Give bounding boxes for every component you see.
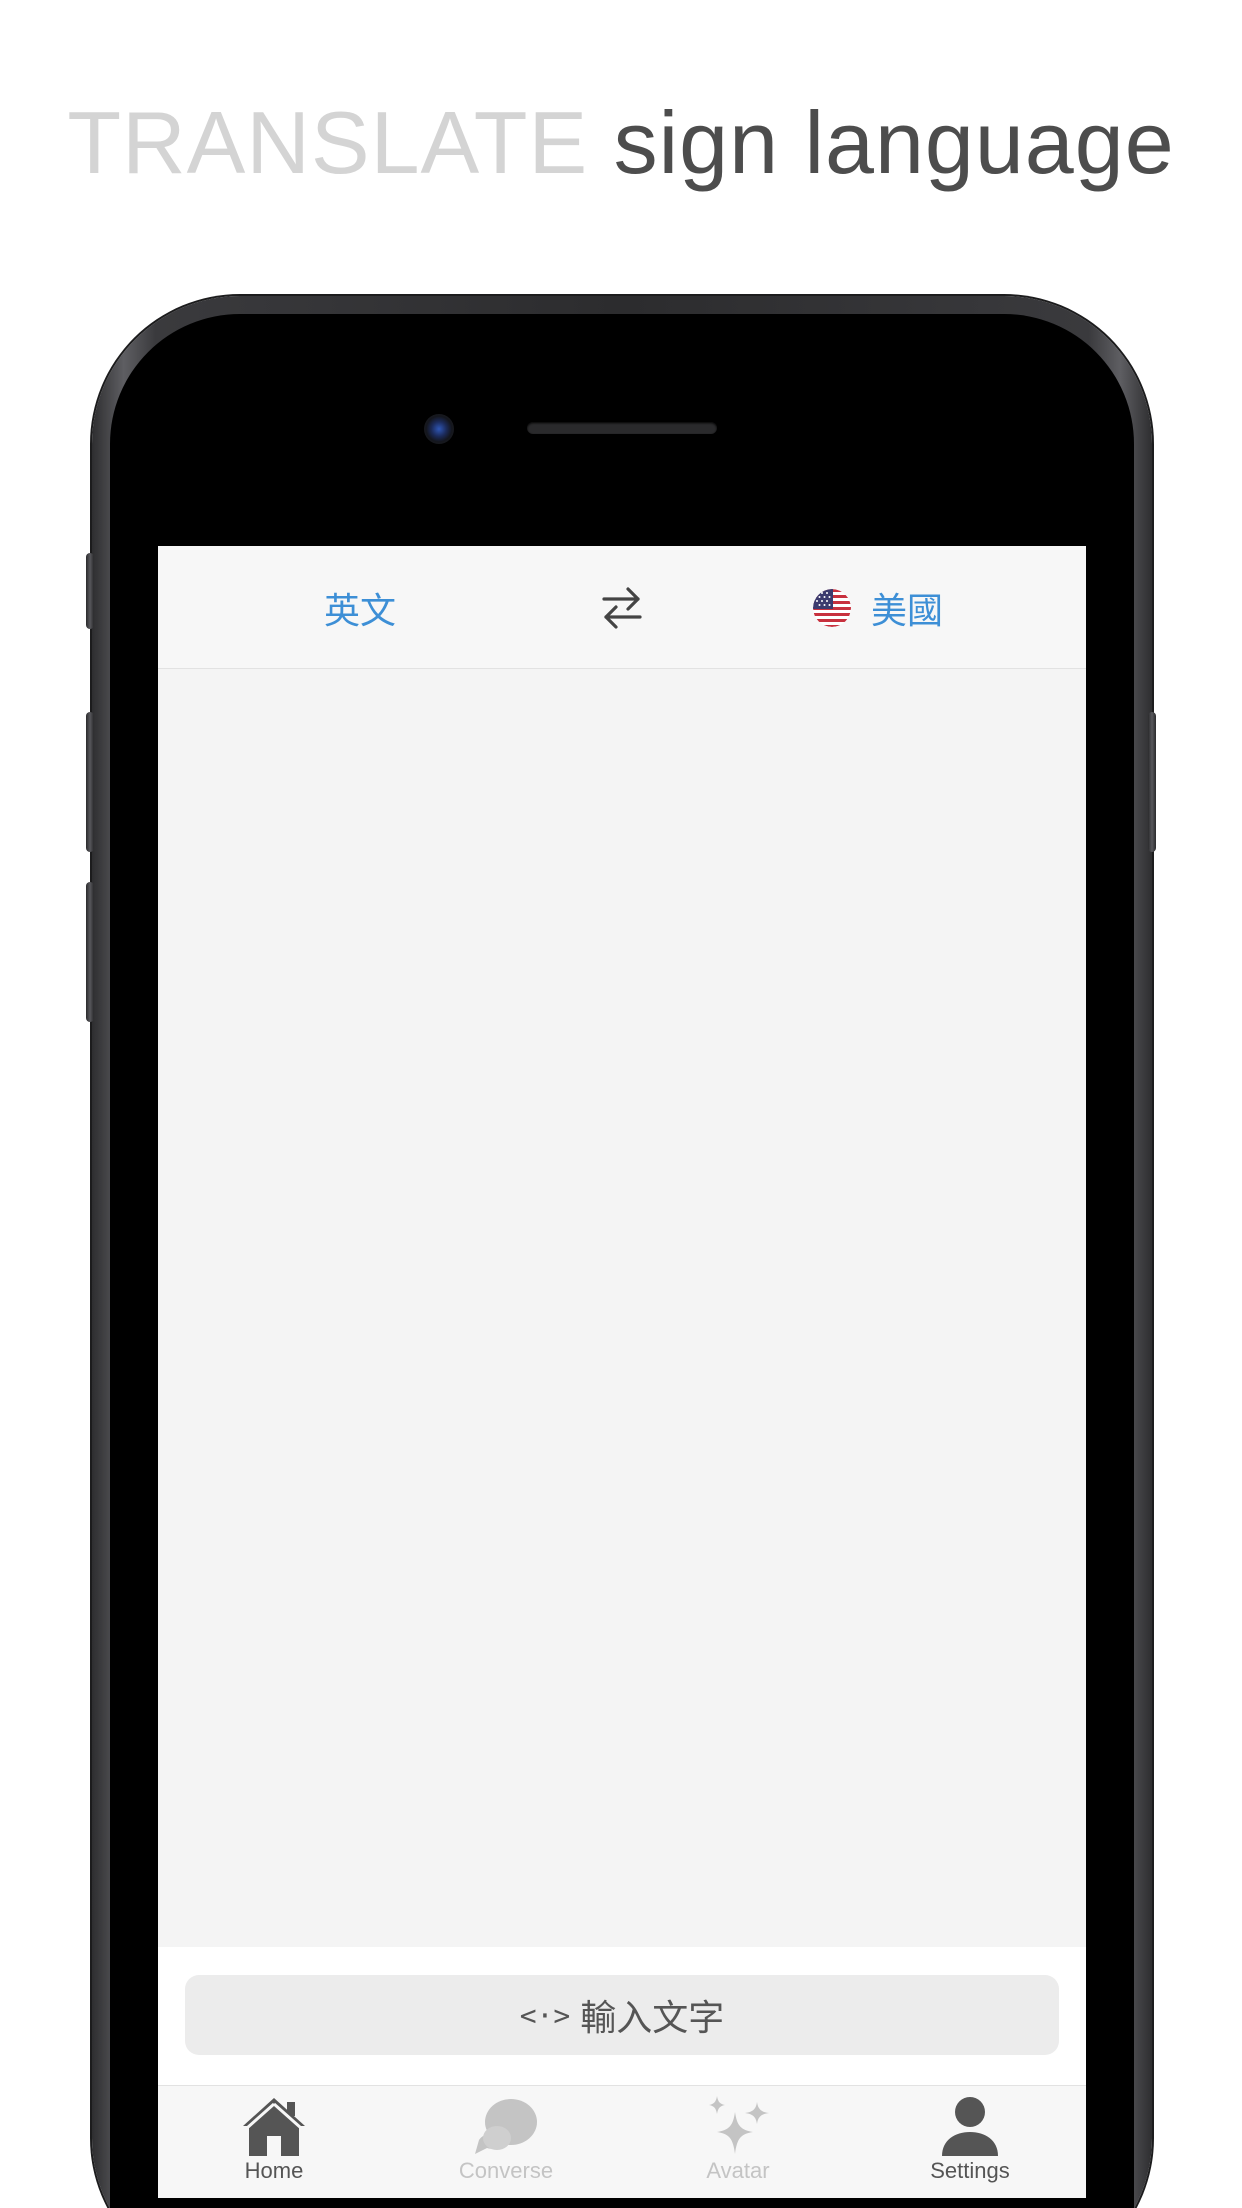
promo-headline: TRANSLATE sign language <box>0 92 1242 194</box>
tab-home-label: Home <box>244 2158 304 2183</box>
tab-settings-label: Settings <box>930 2158 1010 2183</box>
sparkles-icon <box>709 2096 769 2154</box>
tab-avatar[interactable]: Avatar <box>622 2096 854 2196</box>
front-camera <box>424 414 454 444</box>
headline-main: sign language <box>613 93 1175 192</box>
tab-avatar-label: Avatar <box>706 2158 770 2183</box>
volume-down-button <box>86 882 94 1022</box>
promo-page: TRANSLATE sign language 英文 美國 <·> 輸入文字 H… <box>0 0 1242 2208</box>
enter-text-button[interactable]: <·> 輸入文字 <box>185 1975 1059 2055</box>
home-icon <box>243 2098 305 2156</box>
volume-up-button <box>86 712 94 852</box>
language-bar: 英文 美國 <box>158 546 1086 669</box>
input-zone: <·> 輸入文字 <box>158 1947 1086 2086</box>
earpiece-speaker <box>527 422 717 434</box>
chat-bubbles-icon <box>475 2099 537 2154</box>
tab-settings[interactable]: Settings <box>854 2096 1086 2196</box>
tab-converse-label: Converse <box>458 2158 554 2183</box>
enter-text-label: 輸入文字 <box>580 1998 725 2039</box>
app-screen: 英文 美國 <·> 輸入文字 Home Converse Avatar Sett… <box>158 546 1086 2198</box>
tab-converse[interactable]: Converse <box>390 2096 622 2196</box>
headline-accent: TRANSLATE <box>67 93 589 192</box>
source-language-selector[interactable]: 英文 <box>324 582 396 634</box>
power-button <box>1148 712 1156 852</box>
target-language-label: 美國 <box>871 591 944 632</box>
us-flag-icon <box>813 589 851 627</box>
tab-home[interactable]: Home <box>158 2096 390 2196</box>
text-input-icon: <·> <box>519 1998 571 2032</box>
person-icon <box>942 2097 998 2156</box>
translation-content-area <box>158 669 1086 1947</box>
bottom-tab-bar: Home Converse Avatar Settings <box>158 2086 1086 2198</box>
swap-arrows-icon[interactable] <box>600 584 644 632</box>
mute-switch <box>86 553 94 629</box>
target-language-selector[interactable]: 美國 <box>813 582 943 634</box>
